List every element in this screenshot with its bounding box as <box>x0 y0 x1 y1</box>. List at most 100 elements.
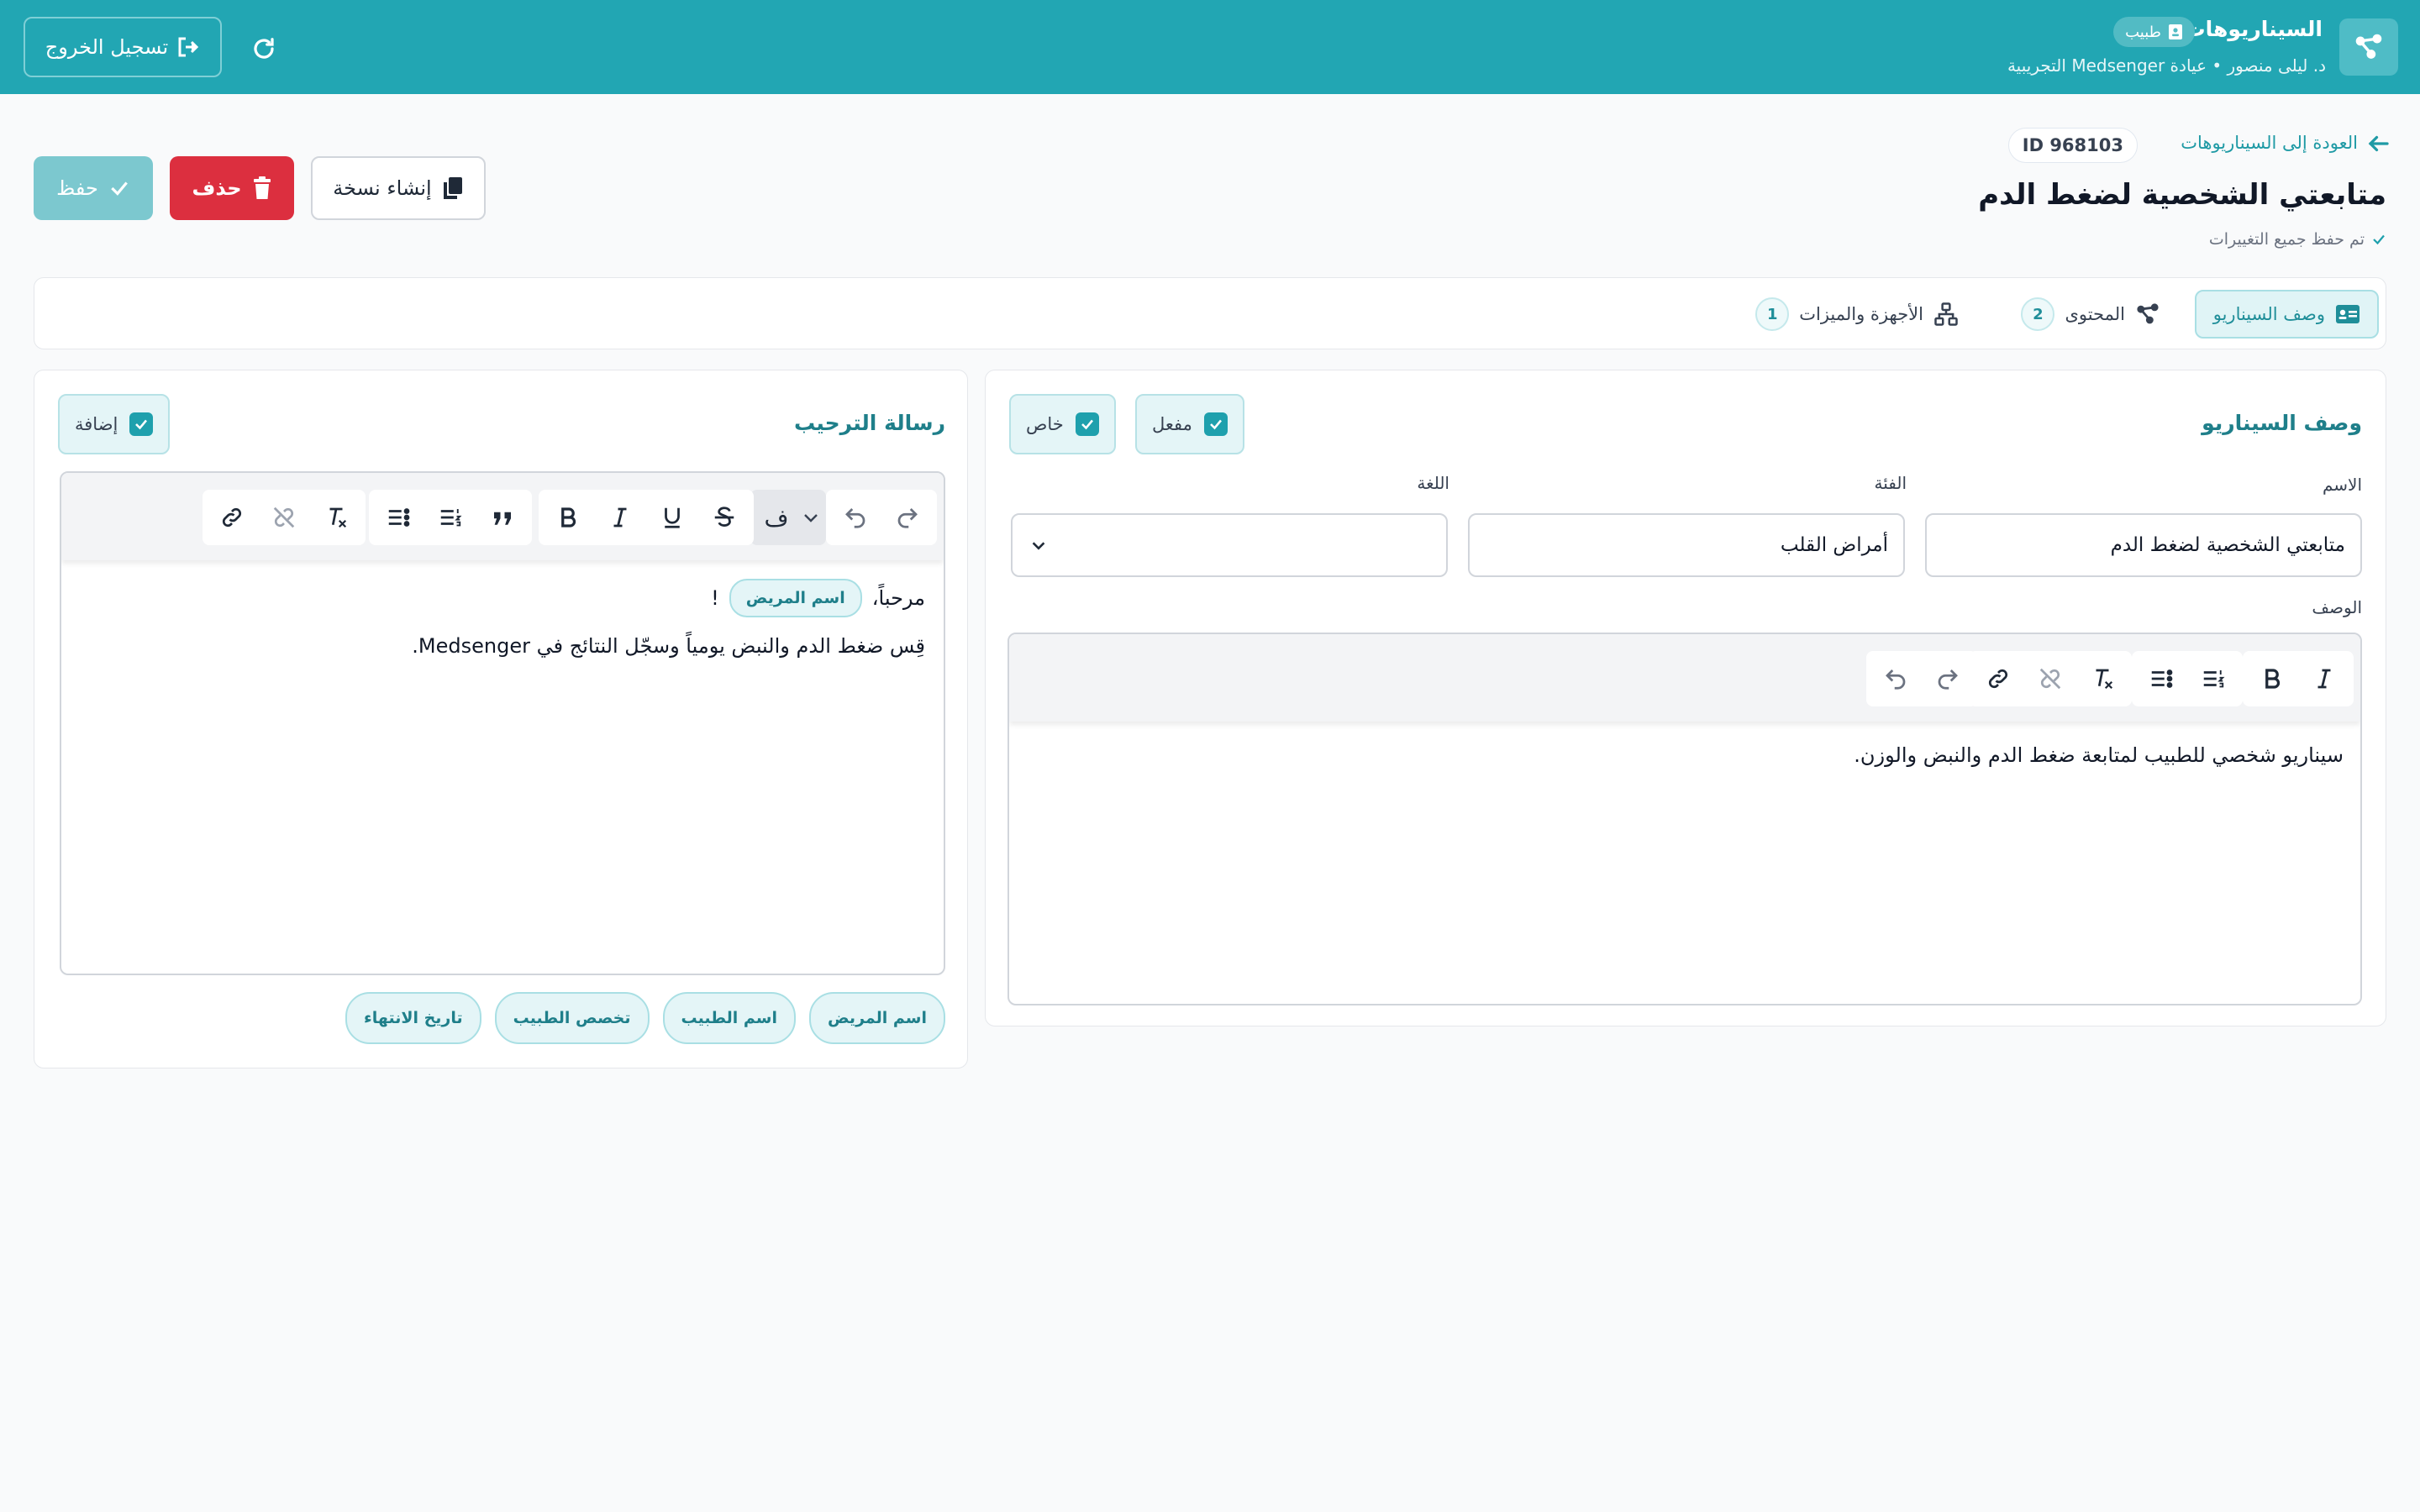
check-icon <box>2373 234 2385 245</box>
id-card-icon <box>2169 24 2182 39</box>
check-icon <box>111 181 128 196</box>
variable-chip-doctor-specialty[interactable]: تخصص الطبيب <box>494 992 650 1044</box>
tab-label: وصف السيناريو <box>2212 304 2325 324</box>
delete-button[interactable]: حذف <box>170 156 294 220</box>
welcome-body-text: قِس ضغط الدم والنبض يومياً وسجّل النتائج… <box>412 634 925 658</box>
description-label: الوصف <box>2312 597 2362 617</box>
editor-toolbar: ف <box>61 473 944 560</box>
bold-icon[interactable] <box>544 493 592 542</box>
scenario-id-badge: ID 968103 <box>2007 128 2138 163</box>
app-logo[interactable] <box>2339 18 2398 76</box>
id-card-icon <box>2336 305 2360 323</box>
toolbar-link-group <box>1969 651 2132 706</box>
clear-format-icon[interactable] <box>2078 654 2127 703</box>
name-label: الاسم <box>2322 475 2362 495</box>
tab-count-badge: 2 <box>2021 297 2055 331</box>
chevron-down-icon <box>804 514 818 522</box>
toolbar-list-group <box>2132 651 2243 706</box>
strikethrough-icon[interactable] <box>700 493 749 542</box>
role-badge: طبيب <box>2113 17 2195 47</box>
refresh-button[interactable] <box>245 30 282 67</box>
welcome-editor[interactable]: ف مرحباً، اسم المريض ! قِس ضغط الدم والن… <box>60 471 945 975</box>
back-to-scenarios-link[interactable]: العودة إلى السيناريوهات <box>2181 133 2358 153</box>
check-icon <box>1210 419 1222 430</box>
heading-label: ف <box>764 503 789 532</box>
description-editor[interactable]: سيناريو شخصي للطبيب لمتابعة ضغط الدم وال… <box>1007 633 2362 1005</box>
scenario-description-panel: وصف السيناريو مفعل خاص الاسم الفئة اللغة… <box>985 370 2386 1026</box>
workflow-icon <box>2355 34 2382 59</box>
add-checkbox[interactable]: إضافة <box>58 394 171 454</box>
arrow-left-icon[interactable] <box>2366 131 2391 156</box>
blockquote-icon[interactable] <box>478 493 527 542</box>
panel-title: رسالة الترحيب <box>793 411 945 435</box>
toolbar-format-group <box>539 490 754 545</box>
check-icon <box>1081 419 1093 430</box>
refresh-icon <box>254 38 274 59</box>
category-input[interactable]: أمراض القلب <box>1468 513 1905 577</box>
enabled-checkbox[interactable]: مفعل <box>1135 394 1244 454</box>
italic-icon[interactable] <box>2300 654 2349 703</box>
greeting-line: مرحباً، اسم المريض ! <box>711 579 925 617</box>
name-input[interactable]: متابعتي الشخصية لضغط الدم <box>1925 513 2362 577</box>
redo-icon[interactable] <box>1923 654 1972 703</box>
save-status-text: تم حفظ جميع التغييرات <box>2208 230 2365 249</box>
underline-icon[interactable] <box>648 493 697 542</box>
italic-icon[interactable] <box>596 493 644 542</box>
unlink-icon[interactable] <box>260 493 308 542</box>
editor-toolbar <box>1009 634 2360 722</box>
bullet-list-icon[interactable] <box>2137 654 2186 703</box>
undo-icon[interactable] <box>831 493 880 542</box>
enabled-label: مفعل <box>1152 414 1192 434</box>
trash-icon <box>253 176 271 199</box>
toolbar-history-group <box>826 490 937 545</box>
sign-out-icon <box>178 37 199 57</box>
checkbox-checked <box>129 412 154 436</box>
tab-label: الأجهزة والميزات <box>1799 304 1923 324</box>
variable-chip-patient-name[interactable]: اسم المريض <box>809 992 945 1044</box>
greeting-end: ! <box>711 586 719 610</box>
role-badge-label: طبيب <box>2125 23 2161 41</box>
checkbox-checked <box>1203 412 1228 436</box>
numbered-list-icon[interactable] <box>426 493 475 542</box>
variable-chip-inline[interactable]: اسم المريض <box>729 579 862 617</box>
save-status: تم حفظ جميع التغييرات <box>2209 230 2386 249</box>
heading-dropdown[interactable]: ف <box>750 490 826 545</box>
description-text: سيناريو شخصي للطبيب لمتابعة ضغط الدم وال… <box>1854 743 2344 767</box>
top-header <box>0 0 2420 94</box>
private-checkbox[interactable]: خاص <box>1009 394 1116 454</box>
chevron-down-icon <box>1032 542 1045 550</box>
private-label: خاص <box>1026 414 1064 434</box>
delete-label: حذف <box>192 176 242 200</box>
variable-chip-end-date[interactable]: تاريخ الانتهاء <box>345 992 481 1044</box>
checkbox-checked <box>1075 412 1099 436</box>
user-info: د. ليلى منصور • عيادة Medsenger التجريبي… <box>2007 55 2326 76</box>
language-select[interactable] <box>1011 513 1448 577</box>
numbered-list-icon[interactable] <box>2189 654 2238 703</box>
language-label: اللغة <box>1417 473 1449 493</box>
save-button[interactable]: حفظ <box>34 156 153 220</box>
toolbar-format-group <box>2243 651 2354 706</box>
logout-button[interactable]: تسجيل الخروج <box>24 17 222 77</box>
tab-devices-features[interactable]: الأجهزة والميزات 1 <box>1739 290 1975 339</box>
tab-description[interactable]: وصف السيناريو <box>2194 290 2379 339</box>
duplicate-button[interactable]: إنشاء نسخة <box>311 156 486 220</box>
bold-icon[interactable] <box>2248 654 2296 703</box>
toolbar-link-group <box>203 490 366 545</box>
undo-icon[interactable] <box>1871 654 1920 703</box>
logout-label: تسجيل الخروج <box>45 35 169 59</box>
link-icon[interactable] <box>208 493 256 542</box>
greeting-text: مرحباً، <box>871 586 925 610</box>
bullet-list-icon[interactable] <box>374 493 423 542</box>
toolbar-list-group <box>369 490 532 545</box>
redo-icon[interactable] <box>883 493 932 542</box>
tab-content[interactable]: المحتوى 2 <box>2004 290 2177 339</box>
panel-title: وصف السيناريو <box>2202 411 2362 435</box>
tab-label: المحتوى <box>2065 304 2125 324</box>
link-icon[interactable] <box>1974 654 2023 703</box>
duplicate-label: إنشاء نسخة <box>333 176 432 200</box>
save-label: حفظ <box>56 176 98 200</box>
app-title: السيناريوهات <box>2184 17 2323 41</box>
variable-chip-doctor-name[interactable]: اسم الطبيب <box>662 992 797 1044</box>
clear-format-icon[interactable] <box>312 493 360 542</box>
unlink-icon[interactable] <box>2026 654 2075 703</box>
